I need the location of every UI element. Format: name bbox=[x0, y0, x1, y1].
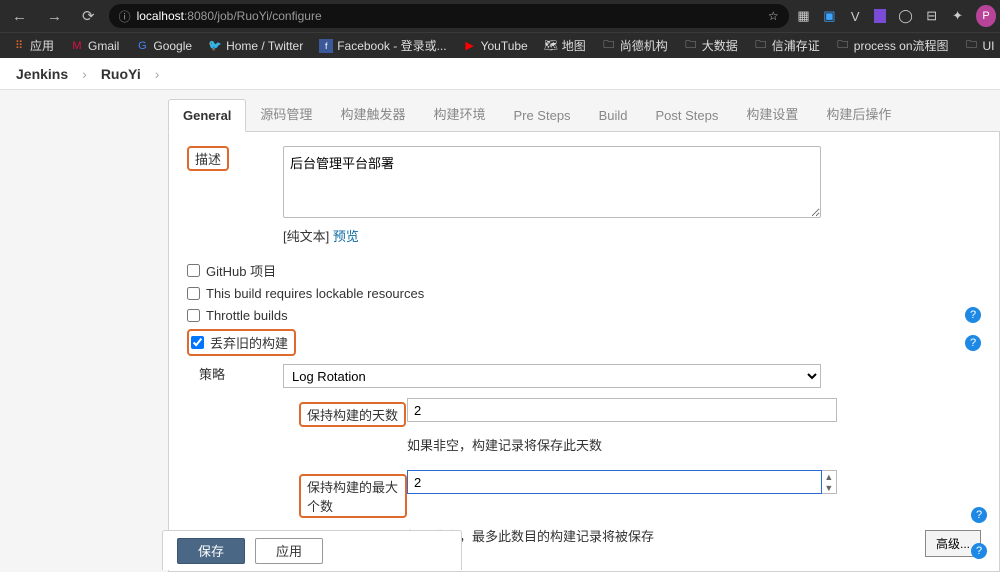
bookmark-youtube[interactable]: ▶YouTube bbox=[457, 37, 534, 55]
tab-general[interactable]: General bbox=[168, 99, 246, 132]
apps-label: 应用 bbox=[30, 37, 54, 54]
extension-icon-1[interactable]: ▦ bbox=[797, 8, 811, 24]
number-stepper[interactable]: ▲▼ bbox=[822, 470, 837, 494]
chevron-right-icon: › bbox=[82, 66, 87, 82]
help-icon[interactable]: ? bbox=[971, 507, 987, 523]
throttle-builds-checkbox[interactable] bbox=[187, 309, 200, 322]
save-button[interactable]: 保存 bbox=[177, 538, 245, 564]
breadcrumb-project[interactable]: RuoYi bbox=[101, 66, 141, 82]
folder-icon: 🗀 bbox=[754, 39, 768, 53]
chevron-right-icon: › bbox=[155, 66, 160, 82]
configure-form: General 源码管理 构建触发器 构建环境 Pre Steps Build … bbox=[168, 98, 1000, 570]
extension-icon-v[interactable]: V bbox=[848, 8, 862, 24]
max-builds-label: 保持构建的最大个数 bbox=[299, 474, 407, 518]
help-icon[interactable]: ? bbox=[971, 543, 987, 559]
config-tabs: General 源码管理 构建触发器 构建环境 Pre Steps Build … bbox=[168, 98, 1000, 132]
folder-icon: 🗀 bbox=[965, 39, 979, 53]
apps-icon: ⠿ bbox=[12, 39, 26, 53]
bookmark-home-twitter[interactable]: 🐦Home / Twitter bbox=[202, 37, 309, 55]
youtube-icon: ▶ bbox=[463, 39, 477, 53]
folder-icon: 🗀 bbox=[836, 39, 850, 53]
days-to-keep-hint: 如果非空，构建记录将保存此天数 bbox=[407, 435, 837, 454]
bookmark-bigdata[interactable]: 🗀大数据 bbox=[678, 35, 744, 56]
reload-button[interactable]: ⟳ bbox=[76, 5, 101, 27]
strategy-label: 策略 bbox=[187, 364, 283, 383]
max-builds-hint: 如果非空，最多此数目的构建记录将被保存 bbox=[407, 526, 837, 545]
strategy-select[interactable]: Log Rotation bbox=[283, 364, 821, 388]
step-up-icon[interactable]: ▲ bbox=[822, 471, 836, 482]
map-icon: 🗺 bbox=[544, 39, 558, 53]
help-icon[interactable]: ? bbox=[965, 335, 981, 351]
address-bar[interactable]: ⓘ localhost :8080 /job/RuoYi/configure ☆ bbox=[109, 4, 789, 28]
extension-icon-2[interactable]: ▣ bbox=[822, 8, 836, 24]
site-info-icon[interactable]: ⓘ bbox=[119, 8, 131, 25]
extensions-puzzle-icon[interactable]: ✦ bbox=[951, 8, 965, 24]
days-to-keep-label: 保持构建的天数 bbox=[299, 402, 406, 427]
help-icon[interactable]: ? bbox=[965, 307, 981, 323]
discard-old-builds-checkbox[interactable] bbox=[191, 336, 204, 349]
extension-icon-4[interactable]: ◯ bbox=[898, 8, 913, 24]
folder-icon: 🗀 bbox=[602, 39, 616, 53]
forward-button[interactable]: → bbox=[41, 6, 68, 27]
extension-icon-5[interactable]: ⊟ bbox=[925, 8, 939, 24]
max-builds-input[interactable] bbox=[407, 470, 822, 494]
folder-icon: 🗀 bbox=[684, 39, 698, 53]
google-icon: G bbox=[135, 39, 149, 53]
github-project-label: GitHub 项目 bbox=[206, 261, 276, 280]
form-footer: 保存 应用 bbox=[162, 530, 462, 570]
bookmark-star-icon[interactable]: ☆ bbox=[768, 9, 779, 23]
url-host: localhost bbox=[137, 9, 184, 23]
discard-old-builds-label: 丢弃旧的构建 bbox=[210, 333, 288, 352]
profile-avatar[interactable]: P bbox=[976, 5, 995, 27]
lockable-resources-checkbox[interactable] bbox=[187, 287, 200, 300]
extension-icon-3[interactable] bbox=[874, 9, 886, 23]
step-down-icon[interactable]: ▼ bbox=[822, 482, 836, 493]
bookmark-ui[interactable]: 🗀UI bbox=[959, 37, 1000, 55]
tab-pre-steps[interactable]: Pre Steps bbox=[499, 100, 584, 131]
tab-build-env[interactable]: 构建环境 bbox=[419, 96, 499, 131]
bookmarks-bar: ⠿ 应用 MGmail GGoogle 🐦Home / Twitter fFace… bbox=[0, 32, 1000, 58]
lockable-resources-label: This build requires lockable resources bbox=[206, 286, 424, 301]
bookmark-org[interactable]: 🗀尚德机构 bbox=[596, 35, 674, 56]
days-to-keep-input[interactable] bbox=[407, 398, 837, 422]
tab-scm[interactable]: 源码管理 bbox=[246, 96, 326, 131]
bookmark-evidence[interactable]: 🗀信浦存证 bbox=[748, 35, 826, 56]
apply-button[interactable]: 应用 bbox=[255, 538, 323, 564]
back-button[interactable]: ← bbox=[6, 6, 33, 27]
preview-link[interactable]: 预览 bbox=[333, 229, 359, 244]
gmail-icon: M bbox=[70, 39, 84, 53]
github-project-checkbox[interactable] bbox=[187, 264, 200, 277]
bookmark-google[interactable]: GGoogle bbox=[129, 37, 198, 55]
tab-triggers[interactable]: 构建触发器 bbox=[326, 96, 419, 131]
plain-text-label: [纯文本] bbox=[283, 229, 333, 244]
facebook-icon: f bbox=[319, 39, 333, 53]
breadcrumb: Jenkins › RuoYi › bbox=[0, 58, 1000, 90]
tab-post-steps[interactable]: Post Steps bbox=[641, 100, 732, 131]
url-path: /job/RuoYi/configure bbox=[214, 9, 322, 23]
description-textarea[interactable]: 后台管理平台部署 bbox=[283, 146, 821, 218]
tab-post-build[interactable]: 构建后操作 bbox=[812, 96, 905, 131]
description-label: 描述 bbox=[187, 146, 283, 171]
throttle-builds-label: Throttle builds bbox=[206, 308, 288, 323]
bookmark-gmail[interactable]: MGmail bbox=[64, 37, 125, 55]
bookmark-facebook[interactable]: fFacebook - 登录或... bbox=[313, 35, 452, 56]
apps-button[interactable]: ⠿ 应用 bbox=[6, 35, 60, 56]
twitter-icon: 🐦 bbox=[208, 39, 222, 53]
browser-toolbar: ← → ⟳ ⓘ localhost :8080 /job/RuoYi/confi… bbox=[0, 0, 1000, 32]
tab-build-settings[interactable]: 构建设置 bbox=[732, 96, 812, 131]
bookmark-map[interactable]: 🗺地图 bbox=[538, 35, 592, 56]
tab-build[interactable]: Build bbox=[585, 100, 642, 131]
url-port: :8080 bbox=[184, 9, 214, 23]
bookmark-processon[interactable]: 🗀process on流程图 bbox=[830, 35, 955, 56]
breadcrumb-jenkins[interactable]: Jenkins bbox=[16, 66, 68, 82]
